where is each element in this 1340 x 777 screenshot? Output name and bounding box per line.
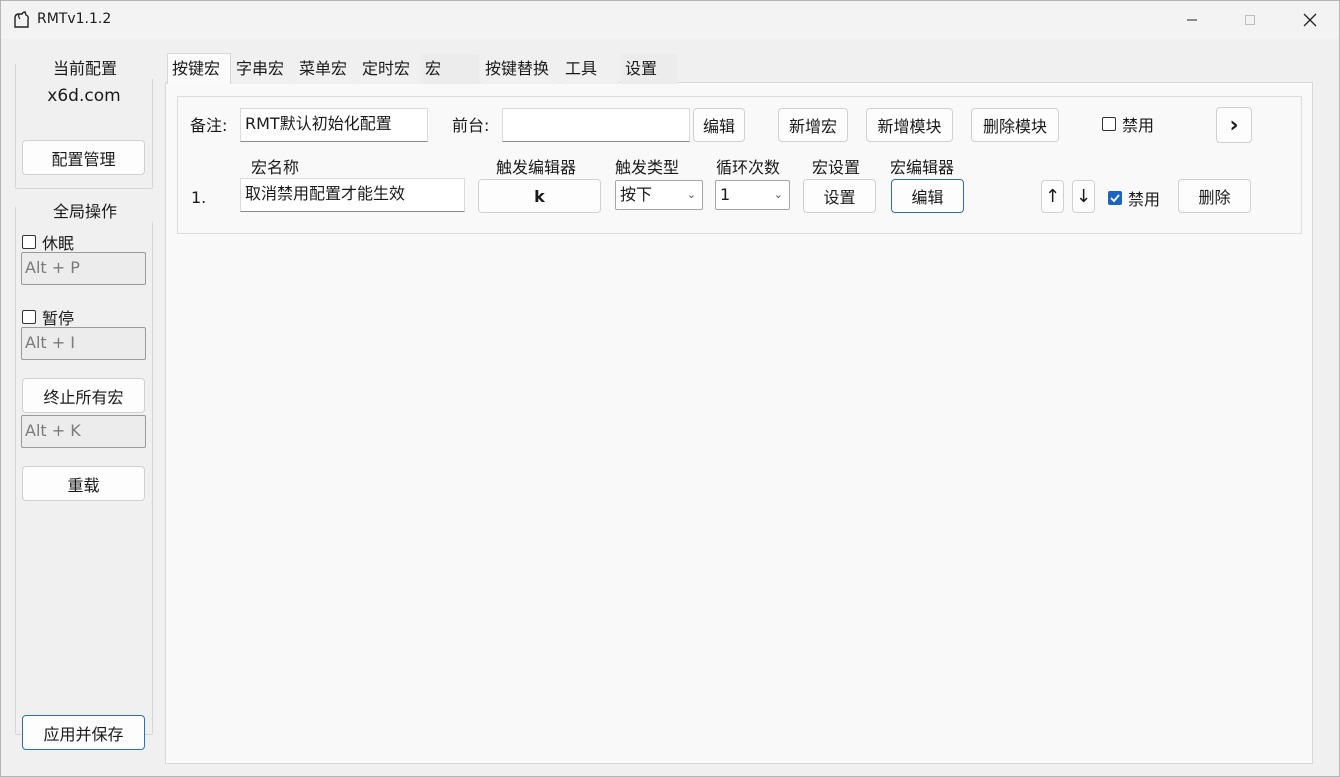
minimize-button[interactable] xyxy=(1163,1,1221,39)
tab-key-replace[interactable]: 按键替换 xyxy=(481,54,559,84)
pause-toggle[interactable]: 暂停 xyxy=(22,305,74,329)
col-trigger-editor: 触发编辑器 xyxy=(496,158,577,177)
macro-settings-button[interactable]: 设置 xyxy=(803,179,876,213)
tab-key-macro[interactable]: 按键宏 xyxy=(167,53,231,84)
minimize-icon xyxy=(1187,19,1197,21)
trigger-type-value: 按下 xyxy=(620,185,653,204)
sleep-checkbox[interactable] xyxy=(22,235,36,249)
row-disable-label: 禁用 xyxy=(1128,190,1161,209)
foreground-edit-button[interactable]: 编辑 xyxy=(693,108,745,142)
note-label: 备注: xyxy=(190,116,228,135)
sleep-label: 休眠 xyxy=(42,234,75,253)
col-trigger-type: 触发类型 xyxy=(615,158,680,177)
close-icon xyxy=(1303,13,1317,27)
move-down-button[interactable]: ↓ xyxy=(1072,180,1095,213)
stop-all-macros-button[interactable]: 终止所有宏 xyxy=(22,378,145,413)
apply-save-button[interactable]: 应用并保存 xyxy=(22,715,145,750)
reload-button[interactable]: 重载 xyxy=(22,466,145,501)
pause-checkbox[interactable] xyxy=(22,310,36,324)
window-title: RMTv1.1.2 xyxy=(37,11,112,27)
module-disable-label: 禁用 xyxy=(1122,116,1155,135)
col-macro-settings: 宏设置 xyxy=(812,158,861,177)
stop-all-hotkey-field[interactable]: Alt + K xyxy=(21,415,146,448)
chevron-down-icon: ⌄ xyxy=(686,188,696,201)
check-icon xyxy=(1110,194,1120,203)
tab-menu-macro[interactable]: 菜单宏 xyxy=(295,54,357,84)
tab-string-macro[interactable]: 字串宏 xyxy=(232,54,294,84)
module-disable-toggle[interactable]: 禁用 xyxy=(1102,112,1154,136)
pause-label: 暂停 xyxy=(42,309,75,328)
trigger-type-select[interactable]: 按下 ⌄ xyxy=(615,180,703,210)
macro-name-input[interactable]: 取消禁用配置才能生效 xyxy=(240,178,465,212)
move-up-button[interactable]: ↑ xyxy=(1041,180,1064,213)
trigger-key-button[interactable]: k xyxy=(478,179,601,213)
tab-tools[interactable]: 工具 xyxy=(561,54,619,84)
col-macro-editor: 宏编辑器 xyxy=(890,158,955,177)
note-input[interactable]: RMT默认初始化配置 xyxy=(240,108,428,142)
delete-module-button[interactable]: 删除模块 xyxy=(971,108,1059,142)
sleep-hotkey-field[interactable]: Alt + P xyxy=(21,252,146,285)
loop-count-value: 1 xyxy=(720,185,731,204)
tab-timer-macro[interactable]: 定时宏 xyxy=(358,54,420,84)
row-disable-checkbox[interactable] xyxy=(1108,191,1122,205)
module-disable-checkbox[interactable] xyxy=(1102,117,1116,131)
foreground-label: 前台: xyxy=(452,116,490,135)
new-module-button[interactable]: 新增模块 xyxy=(866,108,953,142)
current-config-title: 当前配置 xyxy=(16,55,154,79)
pause-hotkey-field[interactable]: Alt + I xyxy=(21,327,146,360)
current-config-name: x6d.com xyxy=(47,86,121,106)
chevron-down-icon: ⌄ xyxy=(773,188,783,201)
macro-editor-button[interactable]: 编辑 xyxy=(891,179,964,213)
maximize-icon xyxy=(1245,15,1255,25)
row-disable-toggle[interactable]: 禁用 xyxy=(1108,186,1160,210)
maximize-button[interactable] xyxy=(1221,1,1279,39)
next-button[interactable]: › xyxy=(1216,107,1252,143)
global-ops-title: 全局操作 xyxy=(16,198,154,222)
foreground-input[interactable] xyxy=(502,108,690,142)
row-index: 1. xyxy=(191,188,207,207)
app-icon xyxy=(14,11,29,28)
app-window: RMTv1.1.2 当前配置 x6d.com 配置管理 全局操作 休眠 Alt … xyxy=(0,0,1340,777)
loop-count-select[interactable]: 1 ⌄ xyxy=(715,180,790,210)
title-bar: RMTv1.1.2 xyxy=(1,1,1339,39)
new-macro-button[interactable]: 新增宏 xyxy=(778,108,848,142)
col-loop-count: 循环次数 xyxy=(716,158,781,177)
tab-settings[interactable]: 设置 xyxy=(621,54,677,84)
close-button[interactable] xyxy=(1281,1,1339,39)
delete-macro-button[interactable]: 删除 xyxy=(1178,179,1251,213)
tab-macro[interactable]: 宏 xyxy=(421,54,479,84)
config-manage-button[interactable]: 配置管理 xyxy=(22,140,145,175)
col-macro-name: 宏名称 xyxy=(251,158,300,177)
sleep-toggle[interactable]: 休眠 xyxy=(22,230,74,254)
